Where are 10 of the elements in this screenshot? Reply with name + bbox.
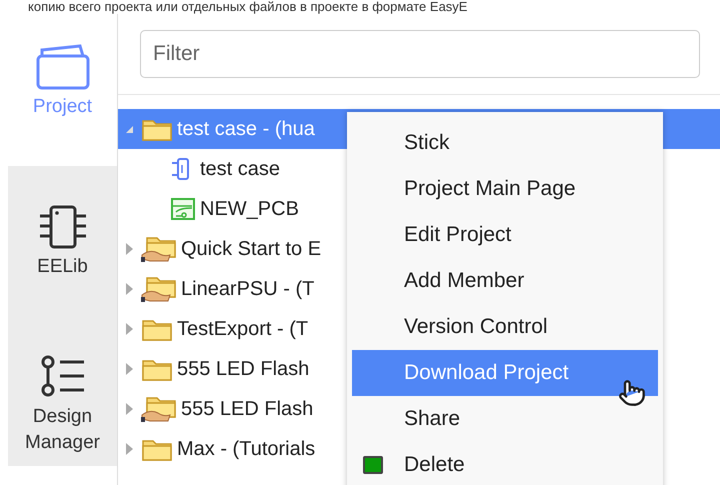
- item-label: test case - (hua: [177, 117, 315, 142]
- item-label: 555 LED Flash: [177, 357, 310, 382]
- intro-text: копию всего проекта или отдельных файлов в проекте в формате EasyE: [27, 0, 468, 14]
- item-label: test case: [200, 157, 280, 182]
- item-label: LinearPSU - (T: [181, 277, 314, 302]
- item-label: NEW_PCB: [200, 197, 299, 222]
- item-label: Quick Start to E: [181, 237, 322, 262]
- item-label: Max - (Tutorials: [177, 437, 316, 462]
- item-label: TestExport - (T: [177, 317, 308, 342]
- item-label: 555 LED Flash: [181, 397, 314, 422]
